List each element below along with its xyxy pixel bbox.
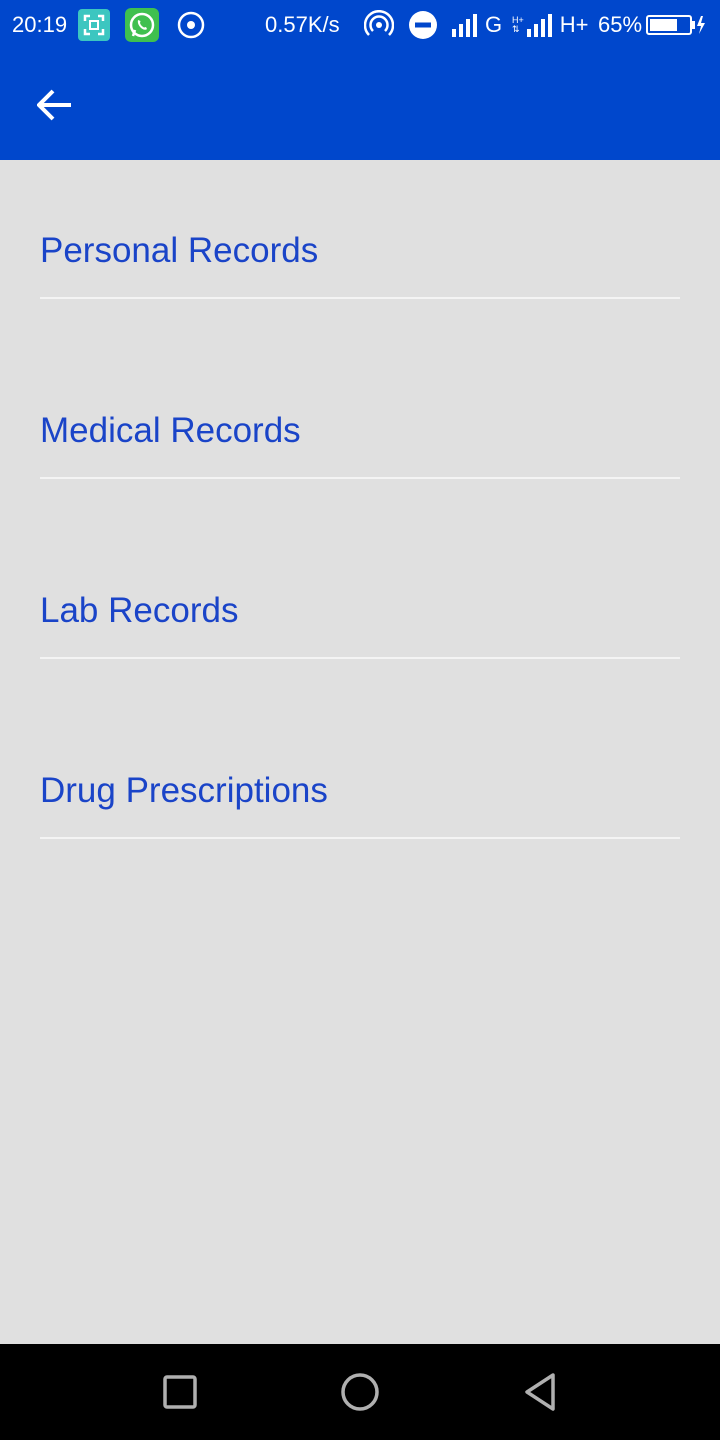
divider	[40, 657, 680, 659]
signal-icon: G	[452, 0, 502, 50]
app-bar	[0, 50, 720, 160]
system-navigation-bar	[0, 1344, 720, 1440]
back-button[interactable]	[28, 78, 82, 132]
triangle-back-icon	[525, 1373, 555, 1411]
network-speed: 0.57K/s	[265, 12, 340, 37]
divider	[40, 477, 680, 479]
menu-item-label: Lab Records	[40, 591, 239, 630]
square-recents-icon	[163, 1375, 197, 1409]
home-button[interactable]	[336, 1368, 384, 1416]
whatsapp-icon	[125, 0, 159, 50]
do-not-disturb-icon	[408, 0, 438, 50]
system-back-button[interactable]	[516, 1368, 564, 1416]
data-arrows-icon: ⇅	[512, 24, 520, 34]
screenshot-icon	[78, 0, 110, 50]
menu-item-drug-prescriptions[interactable]: Drug Prescriptions	[40, 700, 680, 880]
battery-percent: 65%	[598, 12, 643, 37]
menu-item-personal-records[interactable]: Personal Records	[40, 160, 680, 340]
network-type-label: G	[485, 12, 503, 37]
divider	[40, 837, 680, 839]
battery-icon	[646, 0, 706, 50]
menu-item-label: Personal Records	[40, 231, 319, 270]
menu-item-label: Drug Prescriptions	[40, 771, 328, 810]
recents-button[interactable]	[156, 1368, 204, 1416]
charging-icon	[697, 16, 705, 34]
circle-home-icon	[341, 1373, 379, 1411]
arrow-left-icon	[37, 89, 71, 121]
menu-item-label: Medical Records	[40, 411, 301, 450]
top-bar: 20:19 0.57K/s G H+ ⇅ H+ 65%	[0, 0, 720, 160]
status-bar: 20:19 0.57K/s G H+ ⇅ H+ 65%	[0, 0, 720, 50]
menu-item-lab-records[interactable]: Lab Records	[40, 520, 680, 700]
network-type-label: H+	[559, 12, 589, 37]
circle-dot-icon	[176, 0, 206, 50]
divider	[40, 297, 680, 299]
signal-icon: H+ ⇅ H+	[512, 0, 589, 50]
records-menu: Personal Records Medical Records Lab Rec…	[40, 160, 680, 880]
hotspot-icon	[364, 0, 394, 50]
status-time: 20:19	[12, 12, 68, 37]
menu-item-medical-records[interactable]: Medical Records	[40, 340, 680, 520]
